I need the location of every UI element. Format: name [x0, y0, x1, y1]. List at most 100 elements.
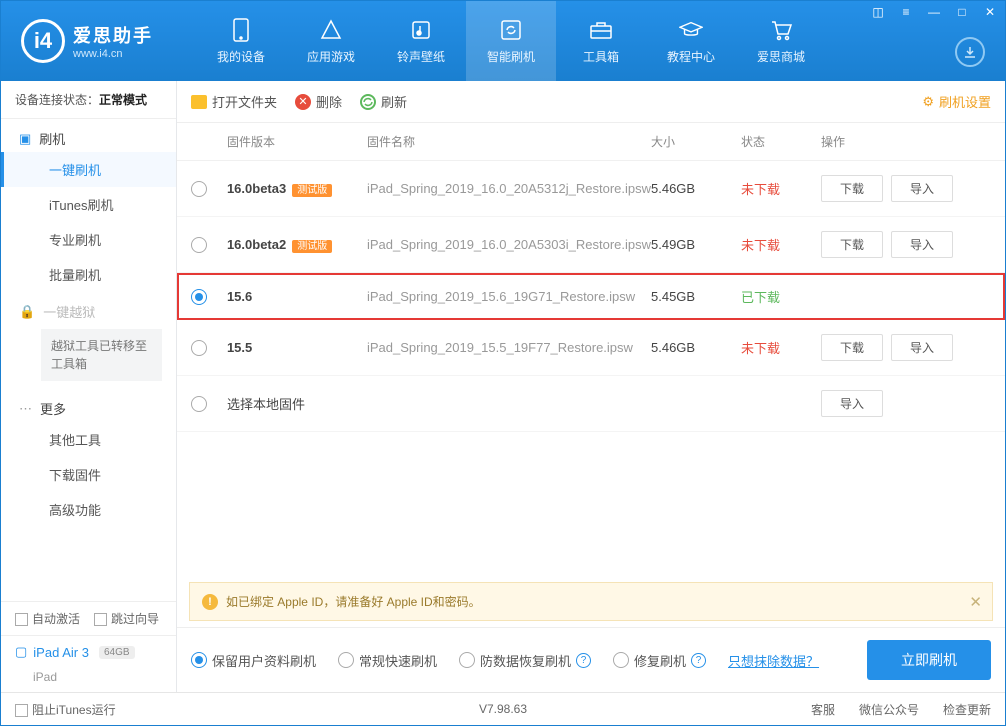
nav-store[interactable]: 爱思商城	[736, 1, 826, 81]
connection-status: 设备连接状态：正常模式	[1, 81, 176, 119]
sidebar-item-batch-flash[interactable]: 批量刷机	[1, 257, 176, 292]
table-row[interactable]: 16.0beta2测试版iPad_Spring_2019_16.0_20A530…	[177, 217, 1005, 273]
app-header: i4 爱思助手 www.i4.cn 我的设备 应用游戏 铃声壁纸 智能刷机 工具…	[1, 1, 1005, 81]
sidebar-item-other-tools[interactable]: 其他工具	[1, 422, 176, 457]
minimize-icon[interactable]: —	[925, 5, 943, 19]
flash-options: 保留用户资料刷机 常规快速刷机 防数据恢复刷机? 修复刷机? 只想抹除数据？ 立…	[177, 627, 1005, 692]
conn-mode: 正常模式	[99, 93, 147, 107]
sidebar-item-download-fw[interactable]: 下载固件	[1, 457, 176, 492]
skip-wizard-checkbox[interactable]: 跳过向导	[94, 610, 159, 627]
firmware-filename: iPad_Spring_2019_15.6_19G71_Restore.ipsw	[367, 289, 651, 304]
radio-icon	[459, 652, 475, 668]
table-header: 固件版本 固件名称 大小 状态 操作	[177, 123, 1005, 161]
sidebar-item-oneclick-flash[interactable]: 一键刷机	[1, 152, 176, 187]
nav-ringtones[interactable]: 铃声壁纸	[376, 1, 466, 81]
open-folder-button[interactable]: 打开文件夹	[191, 92, 277, 111]
firmware-size: 5.45GB	[651, 289, 741, 304]
help-icon[interactable]: ?	[576, 653, 591, 668]
beta-tag: 测试版	[292, 184, 332, 197]
block-itunes-checkbox[interactable]: 阻止iTunes运行	[15, 701, 116, 718]
label: 打开文件夹	[212, 92, 277, 111]
group-label: 刷机	[39, 129, 65, 148]
local-firmware-row[interactable]: 选择本地固件导入	[177, 376, 1005, 432]
option-anti-recovery[interactable]: 防数据恢复刷机?	[459, 651, 591, 670]
nav-apps[interactable]: 应用游戏	[286, 1, 376, 81]
col-status: 状态	[741, 133, 821, 150]
label: 删除	[316, 92, 342, 111]
help-icon[interactable]: ?	[691, 653, 706, 668]
import-button[interactable]: 导入	[821, 390, 883, 417]
nav-toolbox[interactable]: 工具箱	[556, 1, 646, 81]
refresh-button[interactable]: 刷新	[360, 92, 407, 111]
flash-settings-button[interactable]: ⚙刷机设置	[922, 92, 991, 111]
delete-button[interactable]: ✕删除	[295, 92, 342, 111]
sidebar-item-pro-flash[interactable]: 专业刷机	[1, 222, 176, 257]
col-ops: 操作	[821, 133, 991, 150]
import-button[interactable]: 导入	[891, 175, 953, 202]
beta-tag: 测试版	[292, 240, 332, 253]
skin-icon[interactable]: ◫	[869, 5, 887, 19]
wechat-link[interactable]: 微信公众号	[859, 701, 919, 718]
gear-icon: ⚙	[922, 94, 934, 110]
option-repair[interactable]: 修复刷机?	[613, 651, 706, 670]
window-controls: ◫ ≡ — □ ✕	[869, 5, 999, 19]
download-button[interactable]: 下载	[821, 175, 883, 202]
app-title: 爱思助手	[73, 22, 153, 48]
table-row[interactable]: 16.0beta3测试版iPad_Spring_2019_16.0_20A531…	[177, 161, 1005, 217]
label: 阻止iTunes运行	[32, 703, 116, 717]
device-name[interactable]: ▢ iPad Air 3 64GB	[1, 635, 176, 668]
sidebar-group-more[interactable]: ⋯更多	[1, 389, 176, 422]
firmware-status: 未下载	[741, 338, 821, 357]
nav-tutorials[interactable]: 教程中心	[646, 1, 736, 81]
logo: i4 爱思助手 www.i4.cn	[1, 19, 196, 63]
erase-link[interactable]: 只想抹除数据？	[728, 651, 819, 670]
ipad-icon: ▢	[15, 644, 27, 660]
nav-label: 智能刷机	[487, 48, 535, 65]
option-keep-data[interactable]: 保留用户资料刷机	[191, 651, 316, 670]
firmware-status: 未下载	[741, 235, 821, 254]
nav-my-device[interactable]: 我的设备	[196, 1, 286, 81]
radio-icon[interactable]	[191, 237, 207, 253]
more-icon: ⋯	[19, 401, 32, 417]
option-normal[interactable]: 常规快速刷机	[338, 651, 437, 670]
radio-icon[interactable]	[191, 289, 207, 305]
nav-flash[interactable]: 智能刷机	[466, 1, 556, 81]
download-button[interactable]: 下载	[821, 334, 883, 361]
table-row[interactable]: 15.5iPad_Spring_2019_15.5_19F77_Restore.…	[177, 320, 1005, 376]
col-size: 大小	[651, 133, 741, 150]
sidebar-group-flash[interactable]: ▣ 刷机	[1, 119, 176, 152]
app-url: www.i4.cn	[73, 48, 153, 60]
lock-icon: 🔒	[19, 304, 35, 320]
label: 防数据恢复刷机	[480, 651, 571, 670]
maximize-icon[interactable]: □	[953, 5, 971, 19]
download-button[interactable]: 下载	[821, 231, 883, 258]
flash-now-button[interactable]: 立即刷机	[867, 640, 991, 680]
device-label: iPad Air 3	[33, 645, 89, 660]
radio-icon[interactable]	[191, 340, 207, 356]
storage-badge: 64GB	[99, 646, 135, 659]
col-version: 固件版本	[227, 133, 367, 150]
cart-icon	[769, 18, 793, 42]
radio-icon[interactable]	[191, 396, 207, 412]
import-button[interactable]: 导入	[891, 334, 953, 361]
close-icon[interactable]: ✕	[981, 5, 999, 19]
label: 刷新	[381, 92, 407, 111]
refresh-circle-icon	[360, 94, 376, 110]
warning-text: 如已绑定 Apple ID，请准备好 Apple ID和密码。	[226, 593, 481, 610]
nav-label: 应用游戏	[307, 48, 355, 65]
close-warning-button[interactable]: ✕	[969, 593, 982, 611]
import-button[interactable]: 导入	[891, 231, 953, 258]
check-update-link[interactable]: 检查更新	[943, 701, 991, 718]
radio-icon[interactable]	[191, 181, 207, 197]
sidebar-item-advanced[interactable]: 高级功能	[1, 492, 176, 527]
warning-icon: !	[202, 594, 218, 610]
auto-activate-checkbox[interactable]: 自动激活	[15, 610, 80, 627]
table-row[interactable]: 15.6iPad_Spring_2019_15.6_19G71_Restore.…	[177, 273, 1005, 320]
flash-group-icon: ▣	[19, 131, 31, 147]
sidebar: 设备连接状态：正常模式 ▣刷机 一键刷机 iTunes刷机 专业刷机 批量刷机 …	[1, 81, 177, 692]
group-label: 一键越狱	[43, 302, 95, 321]
menu-icon[interactable]: ≡	[897, 5, 915, 19]
sidebar-item-itunes-flash[interactable]: iTunes刷机	[1, 187, 176, 222]
download-indicator[interactable]	[955, 37, 985, 67]
support-link[interactable]: 客服	[811, 701, 835, 718]
